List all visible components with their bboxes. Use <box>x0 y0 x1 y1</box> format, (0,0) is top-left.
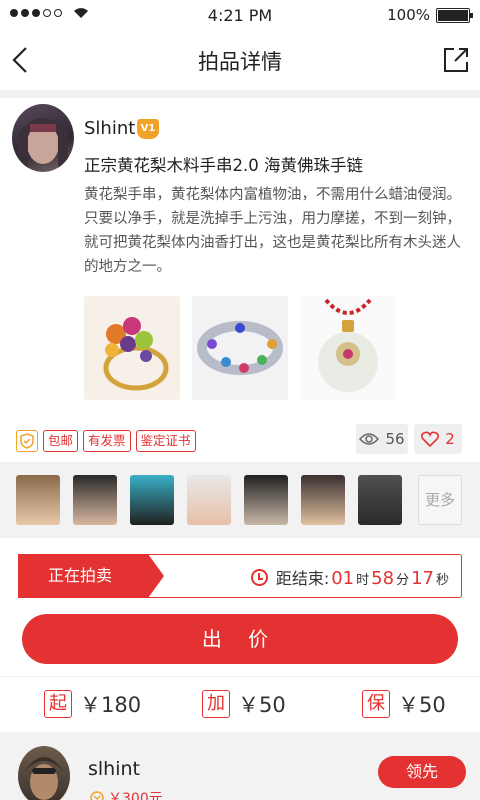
start-price: 起 ￥180 <box>44 689 141 719</box>
countdown-label: 距结束: <box>275 569 330 588</box>
countdown-minutes-unit: 分 <box>396 573 410 588</box>
increment-price: 加 ￥50 <box>202 689 286 719</box>
increment-price-tag: 加 <box>202 690 230 718</box>
likes-count: 2 <box>445 430 455 448</box>
start-price-tag: 起 <box>44 690 72 718</box>
deposit-price: 保 ￥50 <box>362 689 446 719</box>
place-bid-button[interactable]: 出 价 <box>22 614 458 664</box>
tag-certificate: 鉴定证书 <box>135 430 196 452</box>
bid-record-row: slhint ￥300元 领先 <box>0 732 480 800</box>
eye-icon <box>359 433 380 445</box>
vip-level-badge: V1 <box>137 119 159 139</box>
item-image-jade-pendant[interactable] <box>300 296 396 400</box>
viewer-avatar[interactable] <box>187 475 231 525</box>
viewer-avatar[interactable] <box>73 475 117 525</box>
clock-icon <box>250 568 268 586</box>
countdown-hours: 01 <box>331 568 355 589</box>
item-description: 黄花梨手串，黄花梨体内富植物油，不需用什么蜡油侵润。只要以净手，就是洗掉手上污浊… <box>84 187 461 275</box>
page-title: 拍品详情 <box>198 50 282 74</box>
auction-status-bar: 正在拍卖 距结束: 01 时 58 分 17 秒 <box>18 554 462 598</box>
viewer-avatar[interactable] <box>244 475 288 525</box>
nav-bar: 拍品详情 <box>0 30 480 90</box>
countdown-seconds: 17 <box>411 568 434 589</box>
item-title: 正宗黄花梨木料手串2.0 海黄佛珠手链 <box>84 156 363 175</box>
leading-badge: 领先 <box>378 756 466 788</box>
verified-shield-icon <box>16 430 38 452</box>
seller-name[interactable]: Slhint <box>84 118 135 139</box>
like-button[interactable]: 2 <box>414 424 462 454</box>
viewer-avatar[interactable] <box>358 475 402 525</box>
bidder-name: slhint <box>88 758 140 780</box>
viewer-avatar[interactable] <box>16 475 60 525</box>
views-counter: 56 <box>356 424 408 454</box>
battery-icon <box>436 7 473 23</box>
tag-invoice: 有发票 <box>83 430 131 452</box>
status-bar: 4:21 PM 100% <box>0 0 480 30</box>
viewer-avatar[interactable] <box>130 475 174 525</box>
item-image-ring[interactable] <box>84 296 180 400</box>
coin-icon <box>90 791 104 800</box>
heart-icon <box>421 431 440 447</box>
share-icon[interactable] <box>442 46 470 74</box>
start-price-value: ￥180 <box>80 693 142 717</box>
battery-percent: 100% <box>387 6 430 24</box>
increment-price-value: ￥50 <box>238 693 286 717</box>
bidder-price-value: ￥300元 <box>108 791 163 800</box>
countdown-seconds-unit: 秒 <box>435 573 449 588</box>
deposit-price-value: ￥50 <box>398 693 446 717</box>
countdown-hours-unit: 时 <box>356 573 370 588</box>
countdown-minutes: 58 <box>371 568 395 589</box>
views-count: 56 <box>385 430 405 448</box>
tag-free-shipping: 包邮 <box>43 430 79 452</box>
countdown: 距结束: 01 时 58 分 17 秒 <box>250 565 449 589</box>
viewer-avatars <box>16 475 402 525</box>
item-image-bracelet[interactable] <box>192 296 288 400</box>
section-divider <box>0 90 480 98</box>
viewer-avatar[interactable] <box>301 475 345 525</box>
deposit-price-tag: 保 <box>362 690 390 718</box>
item-tags: 包邮 有发票 鉴定证书 <box>16 430 196 452</box>
price-info: 起 ￥180 加 ￥50 保 ￥50 <box>0 676 480 732</box>
bidder-price: ￥300元 <box>90 788 163 800</box>
auction-status-label: 正在拍卖 <box>18 554 164 598</box>
more-viewers-button[interactable]: 更多 <box>418 475 462 525</box>
bidder-avatar[interactable] <box>18 746 70 800</box>
seller-avatar[interactable] <box>12 104 74 172</box>
